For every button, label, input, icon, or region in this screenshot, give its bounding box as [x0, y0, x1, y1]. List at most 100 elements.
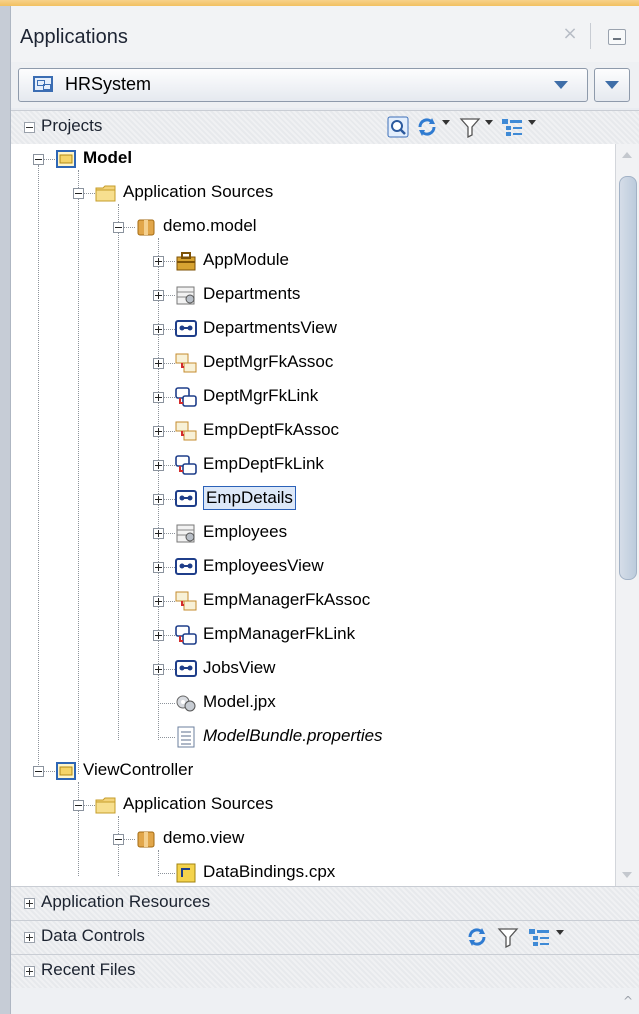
tree-node-label[interactable]: demo.view [163, 828, 244, 848]
tree-node[interactable]: EmpDetails [11, 484, 611, 514]
collapse-icon[interactable] [113, 834, 124, 845]
tree-node-label[interactable]: DataBindings.cpx [203, 862, 335, 882]
tree-node[interactable]: EmpManagerFkLink [11, 620, 611, 650]
minimize-icon[interactable] [608, 29, 626, 45]
projects-section-bar[interactable]: Projects [11, 110, 639, 145]
tree-node-label[interactable]: DeptMgrFkLink [203, 386, 318, 406]
tree-node-label[interactable]: Departments [203, 284, 300, 304]
application-dropdown[interactable]: HRSystem [18, 68, 588, 102]
collapse-caret-icon[interactable]: ^ [623, 994, 633, 1008]
collapse-icon[interactable] [33, 766, 44, 777]
view-options-dropdown-icon[interactable] [528, 120, 536, 125]
tree-guide-line [164, 295, 175, 296]
tree-node[interactable]: Departments [11, 280, 611, 310]
tree-node[interactable]: demo.view [11, 824, 611, 854]
find-icon[interactable] [387, 116, 409, 138]
expand-icon[interactable] [153, 664, 164, 675]
collapse-icon[interactable] [73, 188, 84, 199]
tree-node[interactable]: Application Sources [11, 790, 611, 820]
tree-node[interactable]: JobsView [11, 654, 611, 684]
expand-icon[interactable] [153, 324, 164, 335]
tree-node-label[interactable]: Application Sources [123, 794, 273, 814]
tree-node-label[interactable]: EmpManagerFkAssoc [203, 590, 370, 610]
tree-node[interactable]: Model.jpx [11, 688, 611, 718]
scroll-down-arrow-icon[interactable] [622, 872, 632, 878]
tree-node[interactable]: EmpDeptFkLink [11, 450, 611, 480]
collapse-icon[interactable] [24, 122, 35, 133]
expand-icon[interactable] [153, 596, 164, 607]
collapse-icon[interactable] [113, 222, 124, 233]
sync-dropdown-icon[interactable] [442, 120, 450, 125]
tree-node-label[interactable]: Model [83, 148, 132, 168]
tree-node[interactable]: DataBindings.cpx [11, 858, 611, 886]
tree-node[interactable]: Model [11, 144, 611, 174]
association-icon [175, 591, 197, 611]
refresh-icon[interactable] [466, 926, 488, 948]
data-controls-section[interactable]: Data Controls [11, 920, 639, 955]
tree-view-options-icon[interactable] [528, 926, 552, 948]
projects-tree[interactable]: Model Application Sources demo.model AppMod… [11, 144, 615, 886]
tree-node-label[interactable]: ViewController [83, 760, 193, 780]
expand-icon[interactable] [24, 966, 35, 977]
expand-icon[interactable] [24, 932, 35, 943]
expand-icon[interactable] [153, 392, 164, 403]
tree-node[interactable]: Application Sources [11, 178, 611, 208]
expand-icon[interactable] [153, 494, 164, 505]
tree-node[interactable]: EmpDeptFkAssoc [11, 416, 611, 446]
filter-dropdown-icon[interactable] [485, 120, 493, 125]
expand-icon[interactable] [24, 898, 35, 909]
tree-node[interactable]: DeptMgrFkAssoc [11, 348, 611, 378]
tree-view-options-icon[interactable] [501, 116, 525, 138]
application-menu-button[interactable] [594, 68, 630, 102]
tree-node[interactable]: AppModule [11, 246, 611, 276]
tree-node[interactable]: EmployeesView [11, 552, 611, 582]
jpx-file-icon [176, 695, 196, 712]
collapse-icon[interactable] [73, 800, 84, 811]
sync-icon[interactable] [416, 116, 438, 138]
tree-node-label[interactable]: EmpDetails [203, 486, 296, 510]
tree-node-label[interactable]: EmpManagerFkLink [203, 624, 355, 644]
expand-icon[interactable] [153, 460, 164, 471]
filter-icon[interactable] [497, 926, 519, 948]
tree-node[interactable]: ViewController [11, 756, 611, 786]
tree-node-label[interactable]: EmpDeptFkAssoc [203, 420, 339, 440]
collapse-icon[interactable] [33, 154, 44, 165]
view-object-icon [175, 660, 197, 677]
tree-node-label[interactable]: Employees [203, 522, 287, 542]
expand-icon[interactable] [153, 426, 164, 437]
tree-node-label[interactable]: Application Sources [123, 182, 273, 202]
tree-node-label[interactable]: Model.jpx [203, 692, 276, 712]
tree-node[interactable]: DepartmentsView [11, 314, 611, 344]
tree-node-label[interactable]: EmployeesView [203, 556, 324, 576]
properties-file-icon [177, 726, 195, 748]
expand-icon[interactable] [153, 630, 164, 641]
close-icon[interactable]: × [560, 24, 580, 44]
vertical-scrollbar[interactable] [615, 144, 639, 886]
recent-files-section[interactable]: Recent Files [11, 954, 639, 989]
filter-icon[interactable] [459, 116, 481, 138]
application-resources-section[interactable]: Application Resources [11, 886, 639, 921]
view-options-dropdown-icon[interactable] [556, 930, 564, 935]
tree-node-label[interactable]: JobsView [203, 658, 275, 678]
tree-node-label[interactable]: demo.model [163, 216, 257, 236]
tree-node[interactable]: Employees [11, 518, 611, 548]
expand-icon[interactable] [153, 528, 164, 539]
tree-node-label[interactable]: DeptMgrFkAssoc [203, 352, 333, 372]
expand-icon[interactable] [153, 562, 164, 573]
scroll-up-arrow-icon[interactable] [622, 152, 632, 158]
tree-guide-line [164, 261, 175, 262]
tree-node-label[interactable]: AppModule [203, 250, 289, 270]
expand-icon[interactable] [153, 290, 164, 301]
tree-node[interactable]: ModelBundle.properties [11, 722, 611, 752]
expand-icon[interactable] [153, 358, 164, 369]
entity-object-icon [176, 286, 195, 305]
scrollbar-thumb[interactable] [619, 176, 637, 580]
tree-node-label[interactable]: DepartmentsView [203, 318, 337, 338]
tree-node[interactable]: EmpManagerFkAssoc [11, 586, 611, 616]
tree-node-label[interactable]: ModelBundle.properties [203, 726, 383, 746]
tree-node-label[interactable]: EmpDeptFkLink [203, 454, 324, 474]
tree-node[interactable]: demo.model [11, 212, 611, 242]
tree-node[interactable]: DeptMgrFkLink [11, 382, 611, 412]
tree-guide-line [164, 533, 175, 534]
expand-icon[interactable] [153, 256, 164, 267]
